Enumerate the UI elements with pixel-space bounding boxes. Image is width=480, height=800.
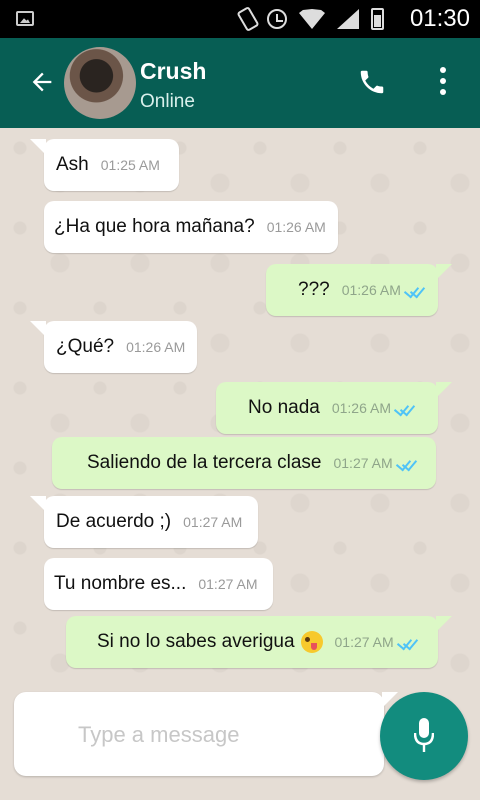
message-incoming[interactable]: De acuerdo ;) 01:27 AM <box>30 496 258 548</box>
read-receipt-icon <box>396 457 416 469</box>
rotation-icon <box>236 5 260 33</box>
message-incoming[interactable]: Ash 01:25 AM <box>30 139 179 191</box>
message-time: 01:26 AM <box>331 400 391 416</box>
status-bar: 01:30 <box>0 0 480 38</box>
message-text: ¿Qué? <box>56 336 115 357</box>
contact-name[interactable]: Crush <box>140 58 206 85</box>
message-outgoing[interactable]: ??? 01:26 AM <box>266 264 452 316</box>
voice-message-button[interactable] <box>380 692 468 780</box>
read-receipt-icon <box>394 402 414 414</box>
status-icons <box>236 5 384 33</box>
alarm-icon <box>267 9 287 29</box>
message-text: Ash <box>56 154 89 175</box>
message-outgoing[interactable]: Si no lo sabes averigua 01:27 AM <box>66 616 452 668</box>
message-time: 01:27 AM <box>198 576 258 592</box>
status-time: 01:30 <box>409 5 470 32</box>
message-time: 01:26 AM <box>126 339 186 355</box>
chat-header: Crush Online <box>0 38 480 128</box>
message-time: 01:27 AM <box>183 514 243 530</box>
call-icon[interactable] <box>357 67 387 97</box>
winking-tongue-emoji-icon <box>300 631 323 653</box>
message-time: 01:26 AM <box>266 219 326 235</box>
message-input[interactable] <box>78 716 368 754</box>
message-text: Saliendo de la tercera clase <box>87 452 322 473</box>
contact-status: Online <box>140 91 195 112</box>
message-time: 01:27 AM <box>333 455 393 471</box>
message-text: ??? <box>298 279 330 300</box>
message-text: Si no lo sabes averigua <box>97 631 295 652</box>
message-time: 01:26 AM <box>341 282 401 298</box>
message-time: 01:27 AM <box>334 634 394 650</box>
gallery-notification-icon <box>16 11 34 26</box>
message-text: Tu nombre es... <box>54 573 187 594</box>
wifi-icon <box>299 9 325 29</box>
contact-avatar[interactable] <box>64 47 136 119</box>
message-text: No nada <box>248 397 320 418</box>
message-outgoing[interactable]: No nada 01:26 AM <box>216 382 452 434</box>
message-composer <box>14 692 384 776</box>
signal-icon <box>337 9 359 29</box>
read-receipt-icon <box>397 636 417 648</box>
read-receipt-icon <box>404 284 424 296</box>
back-arrow-icon[interactable] <box>28 68 56 96</box>
more-options-icon[interactable] <box>436 67 450 97</box>
battery-icon <box>371 8 384 30</box>
message-incoming[interactable]: ¿Ha que hora mañana? 01:26 AM <box>44 201 338 253</box>
microphone-icon <box>414 718 434 752</box>
message-text: ¿Ha que hora mañana? <box>54 216 255 237</box>
message-outgoing[interactable]: Saliendo de la tercera clase 01:27 AM <box>52 437 436 489</box>
message-incoming[interactable]: Tu nombre es... 01:27 AM <box>44 558 273 610</box>
message-list[interactable]: Ash 01:25 AM ¿Ha que hora mañana? 01:26 … <box>0 128 480 688</box>
message-text: De acuerdo ;) <box>56 511 172 532</box>
message-time: 01:25 AM <box>100 157 160 173</box>
message-incoming[interactable]: ¿Qué? 01:26 AM <box>30 321 197 373</box>
